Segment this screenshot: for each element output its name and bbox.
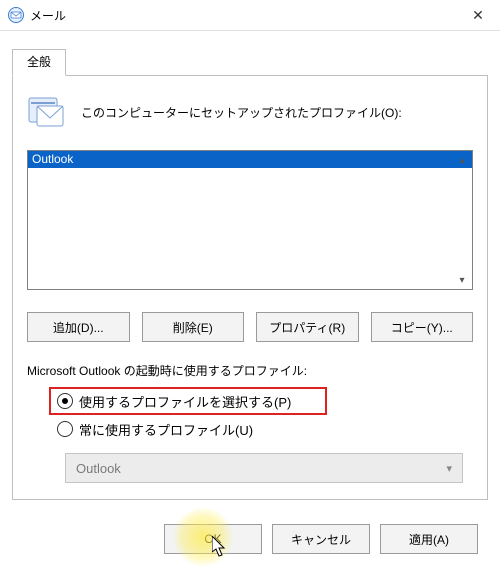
add-button[interactable]: 追加(D)... [27, 312, 130, 342]
button-label: 適用(A) [409, 531, 449, 548]
scroll-down-icon: ▾ [454, 272, 470, 288]
button-label: OK [204, 532, 221, 546]
profiles-listbox[interactable]: Outlook ▴ ▾ [27, 150, 473, 290]
profiles-header-label: このコンピューターにセットアップされたプロファイル(O): [81, 104, 402, 121]
profile-buttons-row: 追加(D)... 削除(E) プロパティ(R) コピー(Y)... [27, 312, 473, 342]
profiles-icon [27, 94, 67, 130]
tab-general[interactable]: 全般 [12, 49, 66, 76]
button-label: キャンセル [291, 531, 351, 548]
properties-button[interactable]: プロパティ(R) [256, 312, 359, 342]
tabstrip: 全般 [12, 49, 488, 76]
chevron-down-icon: ▾ [446, 462, 452, 475]
apply-button[interactable]: 適用(A) [380, 524, 478, 554]
button-label: プロパティ(R) [269, 319, 345, 336]
radio-always-use-profile[interactable]: 常に使用するプロファイル(U) [57, 415, 473, 443]
radio-icon [57, 393, 73, 409]
default-profile-select: Outlook ▾ [65, 453, 463, 483]
button-label: 追加(D)... [53, 319, 104, 336]
copy-button[interactable]: コピー(Y)... [371, 312, 474, 342]
tab-page-general: このコンピューターにセットアップされたプロファイル(O): Outlook ▴ … [12, 76, 488, 500]
list-item[interactable]: Outlook [28, 151, 472, 168]
list-item-label: Outlook [32, 152, 73, 166]
radio-icon [57, 421, 73, 437]
close-button[interactable]: ✕ [456, 0, 500, 30]
dialog-button-bar: OK キャンセル 適用(A) [12, 524, 488, 554]
ok-button[interactable]: OK [164, 524, 262, 554]
button-label: 削除(E) [173, 319, 213, 336]
radio-label: 使用するプロファイルを選択する(P) [79, 392, 291, 411]
radio-label: 常に使用するプロファイル(U) [79, 420, 253, 439]
startup-radio-group: 使用するプロファイルを選択する(P) 常に使用するプロファイル(U) [27, 387, 473, 443]
cancel-button[interactable]: キャンセル [272, 524, 370, 554]
startup-section-label: Microsoft Outlook の起動時に使用するプロファイル: [27, 362, 473, 379]
titlebar: メール ✕ [0, 0, 500, 31]
mail-app-icon [8, 7, 24, 23]
window-title: メール [30, 7, 456, 24]
tab-label: 全般 [27, 55, 51, 69]
remove-button[interactable]: 削除(E) [142, 312, 245, 342]
button-label: コピー(Y)... [391, 319, 453, 336]
close-icon: ✕ [472, 7, 484, 24]
select-value: Outlook [76, 461, 121, 476]
radio-prompt-for-profile[interactable]: 使用するプロファイルを選択する(P) [49, 387, 327, 415]
